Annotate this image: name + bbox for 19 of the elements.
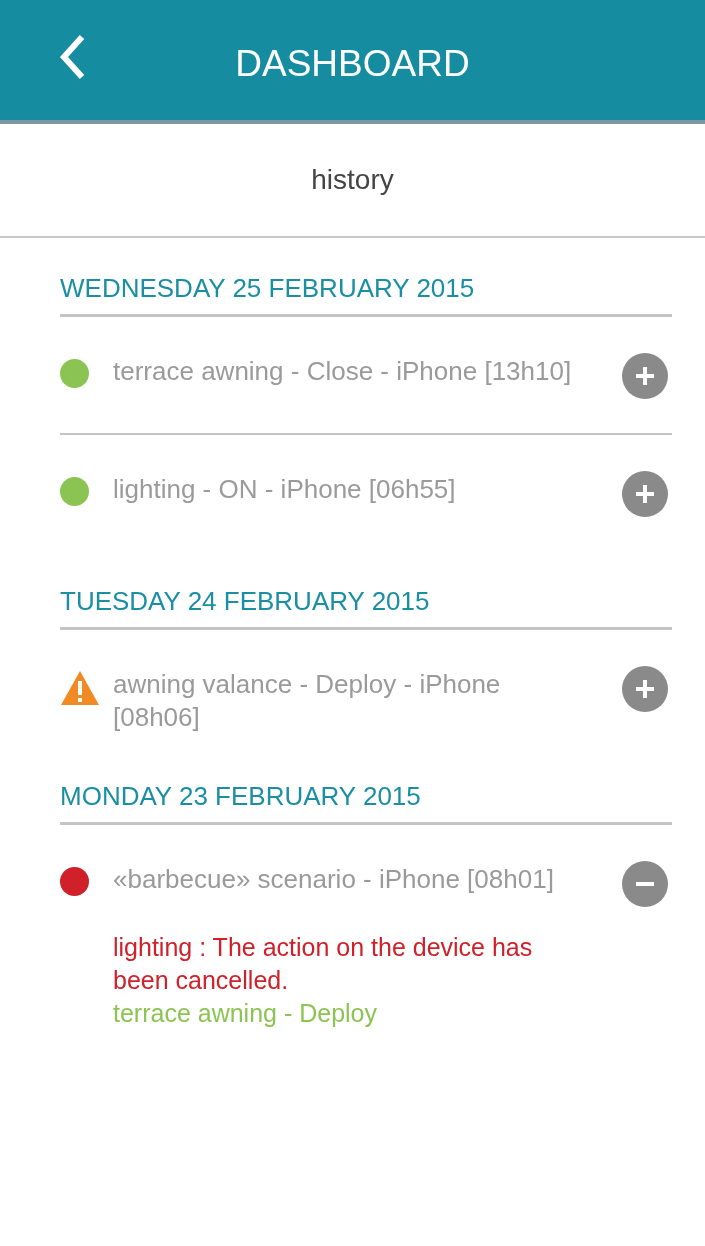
history-entry-text: lighting - ON - iPhone [06h55]: [113, 473, 457, 506]
minus-icon: [636, 882, 654, 886]
page-subtitle: history: [311, 166, 394, 194]
date-heading: MONDAY 23 FEBRUARY 2015: [60, 780, 422, 813]
detail-text: lighting : The action on the device has been cancelled.: [113, 932, 534, 996]
date-heading: WEDNESDAY 25 FEBRUARY 2015: [60, 272, 476, 305]
plus-icon: [635, 679, 655, 699]
plus-icon: [635, 366, 655, 386]
history-entry-text: awning valance - Deploy - iPhone [08h06]: [113, 668, 502, 734]
history-entry-text: «barbecue» scenario - iPhone [08h01]: [113, 863, 555, 896]
history-entry-text: terrace awning - Close - iPhone [13h10]: [113, 355, 573, 388]
expand-button[interactable]: [622, 471, 668, 517]
expand-button[interactable]: [622, 666, 668, 712]
header-title: DASHBOARD: [235, 41, 470, 82]
date-heading: TUESDAY 24 FEBRUARY 2015: [60, 585, 431, 618]
detail-text: terrace awning - Deploy: [113, 998, 378, 1029]
plus-icon: [635, 484, 655, 504]
expand-button[interactable]: [622, 353, 668, 399]
collapse-button[interactable]: [622, 861, 668, 907]
